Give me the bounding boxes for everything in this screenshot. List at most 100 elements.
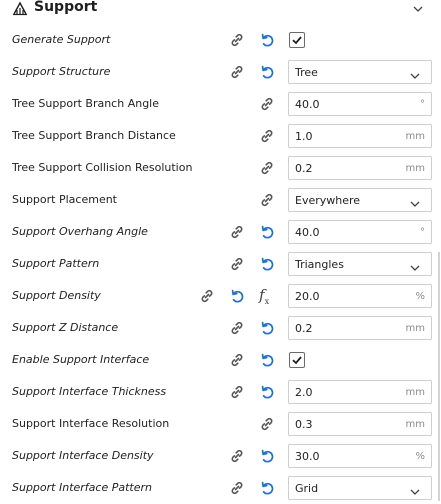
unit-label: % <box>415 291 425 302</box>
link-icon[interactable] <box>258 95 276 113</box>
setting-label: Support Interface Density <box>12 449 154 462</box>
reset-icon[interactable] <box>258 351 276 369</box>
setting-row-generate-support: Generate Support <box>0 24 441 56</box>
field-value: Grid <box>295 482 319 495</box>
function-icon[interactable]: fx <box>259 286 279 306</box>
number-input[interactable]: 30.0% <box>288 444 432 468</box>
number-input[interactable]: 20.0% <box>288 284 432 308</box>
setting-label: Support Interface Resolution <box>12 417 170 430</box>
chevron-down-icon <box>409 195 421 207</box>
reset-icon[interactable] <box>258 255 276 273</box>
setting-row-support-interface-pattern: Support Interface Pattern Grid <box>0 472 441 504</box>
unit-label: mm <box>405 419 425 430</box>
setting-label: Tree Support Branch Distance <box>12 129 176 142</box>
chevron-down-icon[interactable] <box>411 1 425 15</box>
unit-label: mm <box>405 387 425 398</box>
link-icon[interactable] <box>258 191 276 209</box>
select-dropdown[interactable]: Everywhere <box>288 188 432 212</box>
setting-row-tree-support-branch-distance: Tree Support Branch Distance 1.0 mm <box>0 120 441 152</box>
link-icon[interactable] <box>228 383 246 401</box>
field-value: Everywhere <box>295 194 361 207</box>
link-icon[interactable] <box>228 447 246 465</box>
unit-label: % <box>415 451 425 462</box>
field-value: Triangles <box>295 258 344 271</box>
checkbox[interactable] <box>289 352 305 368</box>
reset-icon[interactable] <box>228 287 246 305</box>
setting-row-tree-support-collision-resolution: Tree Support Collision Resolution 0.2 mm <box>0 152 441 184</box>
setting-label: Support Structure <box>12 65 111 78</box>
field-value: 0.2 <box>295 162 313 175</box>
link-icon[interactable] <box>228 63 246 81</box>
link-icon[interactable] <box>228 223 246 241</box>
reset-icon[interactable] <box>258 479 276 497</box>
setting-label: Support Interface Thickness <box>12 385 167 398</box>
link-icon[interactable] <box>228 255 246 273</box>
field-value: Tree <box>295 66 318 79</box>
select-dropdown[interactable]: Grid <box>288 476 432 500</box>
chevron-down-icon <box>409 259 421 271</box>
checkbox[interactable] <box>289 32 305 48</box>
setting-row-support-placement: Support Placement Everywhere <box>0 184 441 216</box>
setting-label: Support Interface Pattern <box>12 481 152 494</box>
field-value: 20.0 <box>295 290 320 303</box>
setting-label: Generate Support <box>12 33 111 46</box>
number-input[interactable]: 2.0 mm <box>288 380 432 404</box>
link-icon[interactable] <box>258 127 276 145</box>
setting-label: Support Overhang Angle <box>12 225 148 238</box>
field-value: 1.0 <box>295 130 313 143</box>
number-input[interactable]: 0.2 mm <box>288 156 432 180</box>
reset-icon[interactable] <box>258 31 276 49</box>
setting-row-support-overhang-angle: Support Overhang Angle 40.0 ° <box>0 216 441 248</box>
setting-label: Tree Support Branch Angle <box>12 97 159 110</box>
unit-label: mm <box>405 163 425 174</box>
setting-row-support-pattern: Support Pattern Triangles <box>0 248 441 280</box>
setting-label: Support Z Distance <box>12 321 119 334</box>
number-input[interactable]: 0.3 mm <box>288 412 432 436</box>
field-value: 40.0 <box>295 98 320 111</box>
setting-row-support-interface-thickness: Support Interface Thickness 2.0 mm <box>0 376 441 408</box>
link-icon[interactable] <box>228 479 246 497</box>
setting-label: Enable Support Interface <box>12 353 150 366</box>
setting-row-support-z-distance: Support Z Distance 0.2 mm <box>0 312 441 344</box>
setting-row-support-density: Support Density fx 20.0% <box>0 280 441 312</box>
section-title: Support <box>34 0 98 15</box>
reset-icon[interactable] <box>258 223 276 241</box>
setting-row-support-structure: Support Structure Tree <box>0 56 441 88</box>
link-icon[interactable] <box>258 415 276 433</box>
select-dropdown[interactable]: Triangles <box>288 252 432 276</box>
setting-label: Support Pattern <box>12 257 100 270</box>
field-value: 30.0 <box>295 450 320 463</box>
number-input[interactable]: 40.0 ° <box>288 92 432 116</box>
reset-icon[interactable] <box>258 447 276 465</box>
field-value: 2.0 <box>295 386 313 399</box>
support-section-header[interactable]: Support <box>0 0 441 18</box>
support-section-icon <box>12 0 28 16</box>
unit-label: ° <box>420 99 425 110</box>
field-value: 40.0 <box>295 226 320 239</box>
chevron-down-icon <box>409 67 421 79</box>
link-icon[interactable] <box>228 319 246 337</box>
reset-icon[interactable] <box>258 319 276 337</box>
reset-icon[interactable] <box>258 63 276 81</box>
unit-label: mm <box>405 131 425 142</box>
link-icon[interactable] <box>198 287 216 305</box>
link-icon[interactable] <box>228 31 246 49</box>
field-value: 0.3 <box>295 418 313 431</box>
link-icon[interactable] <box>228 351 246 369</box>
link-icon[interactable] <box>258 159 276 177</box>
setting-label: Support Placement <box>12 193 117 206</box>
setting-row-support-interface-resolution: Support Interface Resolution 0.3 mm <box>0 408 441 440</box>
setting-row-support-interface-density: Support Interface Density 30.0% <box>0 440 441 472</box>
chevron-down-icon <box>409 483 421 495</box>
reset-icon[interactable] <box>258 383 276 401</box>
number-input[interactable]: 1.0 mm <box>288 124 432 148</box>
setting-label: Tree Support Collision Resolution <box>12 161 193 174</box>
setting-row-tree-support-branch-angle: Tree Support Branch Angle 40.0 ° <box>0 88 441 120</box>
field-value: 0.2 <box>295 322 313 335</box>
setting-label: Support Density <box>12 289 101 302</box>
select-dropdown[interactable]: Tree <box>288 60 432 84</box>
setting-row-enable-support-interface: Enable Support Interface <box>0 344 441 376</box>
scrollbar[interactable] <box>438 252 440 501</box>
number-input[interactable]: 0.2 mm <box>288 316 432 340</box>
number-input[interactable]: 40.0 ° <box>288 220 432 244</box>
